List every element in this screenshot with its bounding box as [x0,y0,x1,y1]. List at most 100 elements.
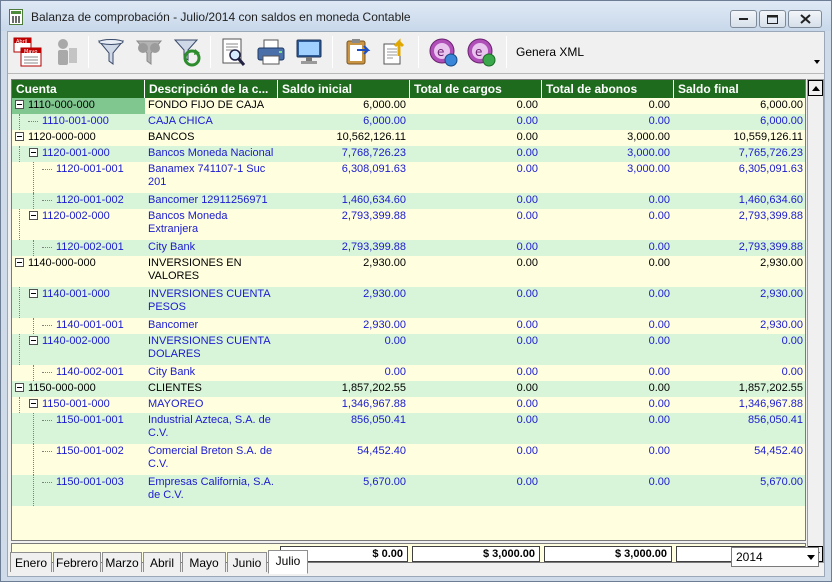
cell-saldo-final[interactable]: 2,793,399.88 [674,209,805,240]
cell-total-abonos[interactable]: 0.00 [542,98,674,114]
cell-saldo-inicial[interactable]: 2,930.00 [278,287,410,318]
cell-total-abonos[interactable]: 0.00 [542,318,674,334]
cell-saldo-final[interactable]: 7,765,726.23 [674,146,805,162]
maximize-button[interactable] [759,10,786,28]
cell-total-abonos[interactable]: 0.00 [542,193,674,209]
cell-saldo-inicial[interactable]: 1,346,967.88 [278,397,410,413]
cell-saldo-final[interactable]: 54,452.40 [674,444,805,475]
tab-enero[interactable]: Enero [10,552,52,572]
cell-descripcion[interactable]: Bancos Moneda Nacional [145,146,278,162]
cell-saldo-final[interactable]: 856,050.41 [674,413,805,444]
cell-total-cargos[interactable]: 0.00 [410,209,542,240]
cell-total-abonos[interactable]: 0.00 [542,475,674,506]
cell-total-abonos[interactable]: 0.00 [542,397,674,413]
cell-cuenta[interactable]: 1120-000-000 [12,130,145,146]
cell-descripcion[interactable]: Industrial Azteca, S.A. de C.V. [145,413,278,444]
cell-total-cargos[interactable]: 0.00 [410,287,542,318]
cell-cuenta[interactable]: 1140-000-000 [12,256,145,287]
cell-total-cargos[interactable]: 0.00 [410,146,542,162]
cell-cuenta[interactable]: 1120-001-001 [12,162,145,193]
table-row[interactable]: 1140-001-001 Bancomer 2,930.00 0.00 0.00 2,93… [12,318,805,334]
cell-saldo-final[interactable]: 2,930.00 [674,318,805,334]
cell-saldo-inicial[interactable]: 2,930.00 [278,318,410,334]
tab-junio[interactable]: Junio [227,552,267,572]
cell-descripcion[interactable]: CAJA CHICA [145,114,278,130]
cell-total-abonos[interactable]: 0.00 [542,444,674,475]
cell-total-abonos[interactable]: 0.00 [542,240,674,256]
cell-saldo-inicial[interactable]: 5,670.00 [278,475,410,506]
cell-cuenta[interactable]: 1110-001-000 [12,114,145,130]
cell-total-cargos[interactable]: 0.00 [410,130,542,146]
cell-descripcion[interactable]: Bancomer 12911256971 [145,193,278,209]
collapse-toggle-icon[interactable] [29,148,38,157]
cell-total-abonos[interactable]: 0.00 [542,287,674,318]
header-total-abonos[interactable]: Total de abonos [542,80,674,98]
table-row[interactable]: 1150-000-000 CLIENTES 1,857,202.55 0.00 0.00… [12,381,805,397]
cell-cuenta[interactable]: 1150-001-001 [12,413,145,444]
table-row[interactable]: 1120-000-000 BANCOS 10,562,126.11 0.00 3,000… [12,130,805,146]
account-info-button[interactable] [48,35,82,69]
cell-saldo-inicial[interactable]: 2,793,399.88 [278,240,410,256]
cell-total-cargos[interactable]: 0.00 [410,365,542,381]
tab-mayo[interactable]: Mayo [182,552,226,572]
cell-saldo-inicial[interactable]: 1,857,202.55 [278,381,410,397]
table-row[interactable]: 1120-001-000 Bancos Moneda Nacional 7,768,… [12,146,805,162]
cell-cuenta[interactable]: 1110-000-000 [12,98,145,114]
refresh-filter-button[interactable] [170,35,204,69]
cell-total-cargos[interactable]: 0.00 [410,397,542,413]
toolbar-overflow-chevron[interactable] [814,60,820,64]
cell-total-abonos[interactable]: 0.00 [542,413,674,444]
table-row[interactable]: 1120-001-001 Banamex 741107-1 Suc 201 6,30… [12,162,805,193]
cell-total-cargos[interactable]: 0.00 [410,193,542,209]
cell-total-cargos[interactable]: 0.00 [410,334,542,365]
cell-saldo-inicial[interactable]: 7,768,726.23 [278,146,410,162]
collapse-toggle-icon[interactable] [15,100,24,109]
cell-descripcion[interactable]: INVERSIONES CUENTA PESOS [145,287,278,318]
cell-total-cargos[interactable]: 0.00 [410,240,542,256]
year-select[interactable]: 2014 [731,547,819,567]
title-bar[interactable]: Balanza de comprobación - Julio/2014 con… [1,1,831,31]
scroll-up-button[interactable] [808,80,823,96]
chevron-down-icon[interactable] [807,555,815,560]
collapse-toggle-icon[interactable] [29,289,38,298]
table-row[interactable] [12,506,805,526]
cell-saldo-inicial[interactable]: 54,452.40 [278,444,410,475]
cell-total-cargos[interactable]: 0.00 [410,475,542,506]
cell-cuenta[interactable]: 1150-000-000 [12,381,145,397]
screen-button[interactable] [292,35,326,69]
cell-total-abonos[interactable]: 3,000.00 [542,146,674,162]
cell-total-cargos[interactable]: 0.00 [410,413,542,444]
clipboard-button[interactable] [340,35,374,69]
cell-cuenta[interactable]: 1140-001-001 [12,318,145,334]
cell-saldo-final[interactable]: 2,793,399.88 [674,240,805,256]
tab-abril[interactable]: Abril [143,552,181,572]
cell-saldo-inicial[interactable]: 6,000.00 [278,98,410,114]
cell-total-cargos[interactable]: 0.00 [410,114,542,130]
tab-febrero[interactable]: Febrero [53,552,101,572]
cell-total-cargos[interactable]: 0.00 [410,381,542,397]
cell-total-cargos[interactable]: 0.00 [410,444,542,475]
header-saldo-final[interactable]: Saldo final [674,80,805,98]
cell-total-abonos[interactable]: 3,000.00 [542,162,674,193]
tab-julio[interactable]: Julio [268,550,308,574]
table-row[interactable]: 1110-000-000 FONDO FIJO DE CAJA 6,000.00 0.… [12,98,805,114]
cell-descripcion[interactable]: MAYOREO [145,397,278,413]
cell-cuenta[interactable]: 1120-001-002 [12,193,145,209]
cell-total-abonos[interactable]: 0.00 [542,365,674,381]
table-row[interactable]: 1120-001-002 Bancomer 12911256971 1,460,63… [12,193,805,209]
xml-send-button[interactable]: e [464,35,498,69]
export-button[interactable] [378,35,412,69]
cell-saldo-final[interactable]: 1,460,634.60 [674,193,805,209]
cell-total-abonos[interactable]: 0.00 [542,334,674,365]
cell-descripcion[interactable]: BANCOS [145,130,278,146]
table-row[interactable]: 1150-001-003 Empresas California, S.A. de… [12,475,805,506]
cell-saldo-inicial[interactable]: 2,930.00 [278,256,410,287]
cell-descripcion[interactable]: Comercial Breton S.A. de C.V. [145,444,278,475]
table-row[interactable]: 1150-001-002 Comercial Breton S.A. de C.V… [12,444,805,475]
table-row[interactable]: 1120-002-001 City Bank 2,793,399.88 0.00 0.0… [12,240,805,256]
cell-descripcion[interactable]: City Bank [145,240,278,256]
tab-marzo[interactable]: Marzo [102,552,142,572]
cell-saldo-final[interactable]: 2,930.00 [674,256,805,287]
cell-descripcion[interactable]: City Bank [145,365,278,381]
cell-total-abonos[interactable]: 0.00 [542,114,674,130]
